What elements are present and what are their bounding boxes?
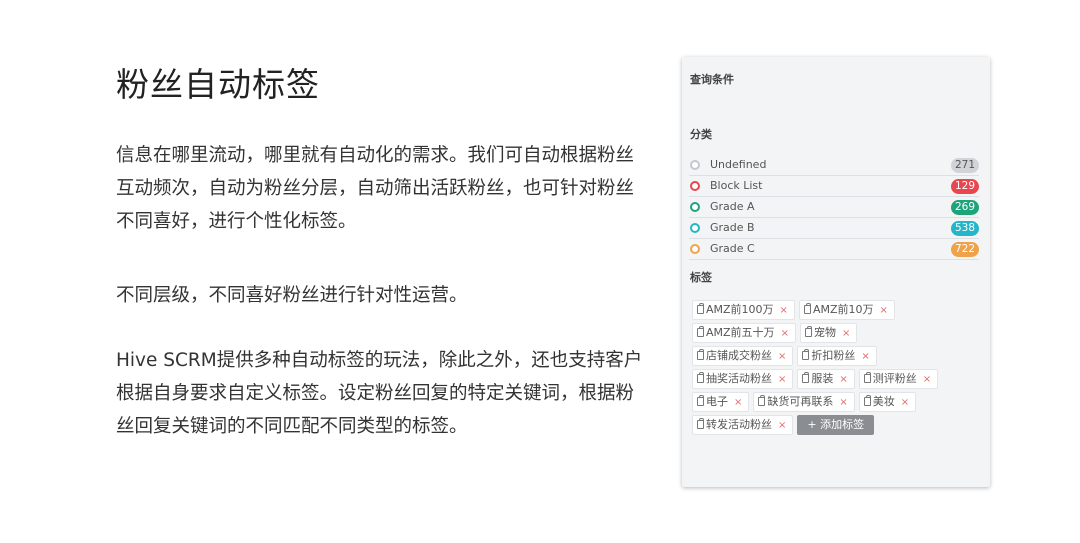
tag-chip[interactable]: AMZ前五十万 ×	[692, 323, 796, 343]
tag-chip[interactable]: 电子 ×	[692, 392, 750, 412]
tag-label: 抽奖活动粉丝	[706, 372, 772, 385]
remove-tag-icon[interactable]: ×	[861, 351, 869, 362]
tag-list: AMZ前100万 × AMZ前10万 × AMZ前五十万 × 宠物 × 店铺成交粉丝 × 折扣粉丝 ×…	[692, 300, 982, 438]
tag-icon	[863, 395, 871, 406]
category-label: Undefined	[710, 158, 767, 171]
remove-tag-icon[interactable]: ×	[880, 305, 888, 316]
circle-icon	[690, 244, 700, 254]
tag-chip[interactable]: 折扣粉丝 ×	[797, 346, 877, 366]
remove-tag-icon[interactable]: ×	[901, 397, 909, 408]
tag-icon	[697, 372, 704, 383]
tag-chip[interactable]: 美妆 ×	[858, 392, 917, 412]
count-badge: 129	[950, 179, 979, 194]
tag-label: 宠物	[813, 326, 836, 339]
category-section-title: 分类	[690, 128, 712, 141]
tag-icon	[758, 395, 766, 406]
tag-chip[interactable]: 服装 ×	[797, 369, 855, 389]
tag-icon	[803, 303, 811, 314]
tag-icon	[802, 372, 810, 383]
remove-tag-icon[interactable]: ×	[839, 374, 847, 385]
tag-row: 电子 × 缺货可再联系 × 美妆 ×	[692, 392, 982, 415]
tag-label: AMZ前10万	[812, 303, 874, 316]
category-label: Grade A	[710, 200, 755, 213]
tag-label: AMZ前五十万	[706, 326, 775, 339]
category-label: Block List	[710, 179, 763, 192]
circle-icon	[690, 181, 700, 191]
remove-tag-icon[interactable]: ×	[923, 374, 931, 385]
category-item[interactable]: Block List 129	[689, 176, 979, 197]
remove-tag-icon[interactable]: ×	[781, 328, 789, 339]
tag-row: 店铺成交粉丝 × 折扣粉丝 ×	[692, 346, 982, 369]
tag-chip[interactable]: AMZ前10万 ×	[798, 300, 895, 320]
tag-row: 抽奖活动粉丝 × 服装 × 测评粉丝 ×	[692, 369, 982, 392]
query-panel-title: 查询条件	[690, 73, 734, 86]
tag-chip[interactable]: 缺货可再联系 ×	[753, 392, 855, 412]
circle-icon	[690, 160, 700, 170]
remove-tag-icon[interactable]: ×	[839, 397, 847, 408]
tag-icon	[697, 303, 704, 314]
add-tag-button[interactable]: + 添加标签	[797, 415, 875, 435]
page-heading: 粉丝自动标签	[116, 65, 320, 104]
count-badge: 722	[950, 242, 979, 257]
tag-icon	[863, 372, 871, 383]
tag-chip[interactable]: 测评粉丝 ×	[858, 369, 939, 389]
count-badge: 271	[950, 158, 979, 173]
query-panel: 查询条件 分类 Undefined 271 Block List 129 Grade A…	[682, 57, 990, 487]
remove-tag-icon[interactable]: ×	[778, 420, 786, 431]
tag-label: 测评粉丝	[872, 372, 917, 385]
tag-label: 转发活动粉丝	[706, 418, 772, 431]
tag-label: 折扣粉丝	[811, 349, 856, 362]
tag-chip[interactable]: 抽奖活动粉丝 ×	[692, 369, 794, 389]
tag-row: AMZ前100万 × AMZ前10万 ×	[692, 300, 982, 323]
tag-icon	[802, 349, 810, 360]
category-item[interactable]: Undefined 271	[689, 155, 979, 176]
remove-tag-icon[interactable]: ×	[778, 351, 786, 362]
count-badge: 538	[950, 221, 979, 236]
remove-tag-icon[interactable]: ×	[842, 328, 850, 339]
tag-chip[interactable]: AMZ前100万 ×	[692, 300, 795, 320]
tag-chip[interactable]: 宠物 ×	[799, 323, 858, 343]
category-label: Grade C	[710, 242, 755, 255]
remove-tag-icon[interactable]: ×	[734, 397, 742, 408]
category-item[interactable]: Grade B 538	[689, 218, 979, 239]
tag-label: 缺货可再联系	[767, 395, 834, 408]
tag-label: 电子	[706, 395, 728, 408]
tag-label: 美妆	[872, 395, 895, 408]
remove-tag-icon[interactable]: ×	[778, 374, 786, 385]
category-item[interactable]: Grade A 269	[689, 197, 979, 218]
tags-section-title: 标签	[690, 271, 712, 284]
custom-tags-paragraph: Hive SCRM提供多种自动标签的玩法，除此之外，还也支持客户根据自身要求自定…	[116, 350, 643, 437]
tag-row: AMZ前五十万 × 宠物 ×	[692, 323, 982, 346]
operation-paragraph: 不同层级，不同喜好粉丝进行针对性运营。	[116, 285, 468, 306]
tag-icon	[697, 395, 704, 406]
tag-label: AMZ前100万	[706, 303, 774, 316]
tag-label: 店铺成交粉丝	[706, 349, 772, 362]
category-list: Undefined 271 Block List 129 Grade A 269 Grade…	[689, 155, 979, 260]
tag-icon	[697, 349, 704, 360]
tag-chip[interactable]: 店铺成交粉丝 ×	[692, 346, 794, 366]
tag-row: 转发活动粉丝 × + 添加标签	[692, 415, 982, 438]
count-badge: 269	[950, 200, 979, 215]
tag-icon	[804, 326, 812, 337]
intro-paragraph: 信息在哪里流动，哪里就有自动化的需求。我们可自动根据粉丝互动频次，自动为粉丝分层…	[116, 145, 635, 232]
tag-icon	[697, 418, 704, 429]
tag-chip[interactable]: 转发活动粉丝 ×	[692, 415, 794, 435]
category-item[interactable]: Grade C 722	[689, 239, 979, 260]
tag-label: 服装	[811, 372, 834, 385]
circle-icon	[690, 202, 700, 212]
category-label: Grade B	[710, 221, 755, 234]
remove-tag-icon[interactable]: ×	[780, 305, 788, 316]
circle-icon	[690, 223, 700, 233]
tag-icon	[697, 326, 704, 337]
